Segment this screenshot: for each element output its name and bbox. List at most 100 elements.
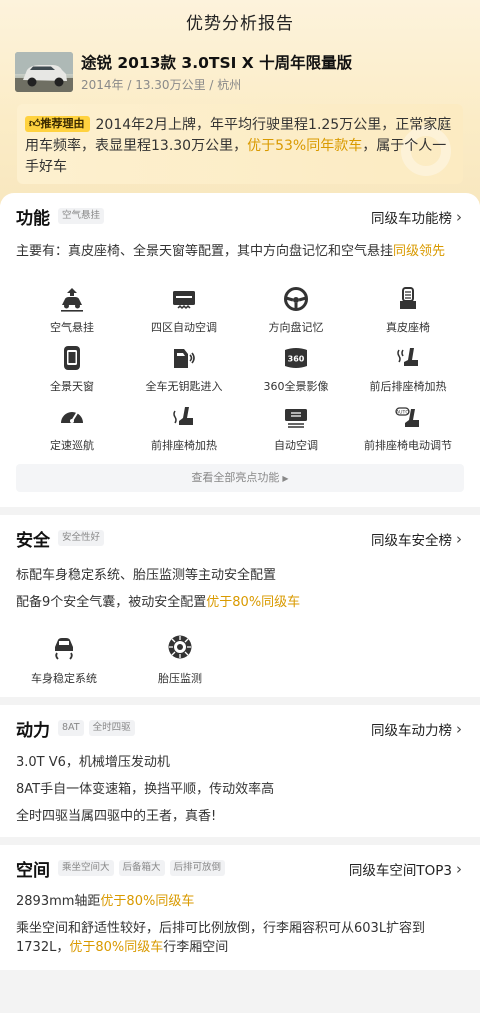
feature-360-camera[interactable]: 360 360全景影像 [240, 341, 352, 400]
space-rank-link[interactable]: 同级车空间TOP3 › [349, 859, 462, 879]
air-suspension-icon [61, 288, 83, 312]
car-thumbnail [15, 52, 73, 92]
space-tag: 乘坐空间大 [58, 860, 114, 876]
feature-label: 全景天窗 [50, 380, 94, 393]
space-line-1-text: 2893mm轴距 [16, 894, 101, 909]
function-title: 功能 [16, 208, 50, 229]
safety-tag: 安全性好 [58, 530, 105, 546]
safety-line-2-text: 配备9个安全气囊，被动安全配置 [16, 595, 207, 610]
space-tag: 后备箱大 [118, 860, 165, 876]
space-line-1-highlight: 优于80%同级车 [100, 894, 195, 909]
space-rank-label: 同级车空间TOP3 [348, 863, 452, 879]
space-line-3-suffix: 行李厢空间 [163, 940, 229, 955]
recommend-text: 👍︎推荐理由 2014年2月上牌，年平均行驶里程1.25万公里，正常家庭用车频率… [25, 115, 459, 178]
space-line-3-highlight: 优于80%同级车 [69, 940, 164, 955]
camera-360-icon: 360 [285, 348, 307, 368]
steering-wheel-icon [284, 287, 308, 311]
function-tag: 空气悬挂 [58, 208, 105, 224]
feature-label: 前后排座椅加热 [369, 380, 447, 393]
power-title: 动力 [16, 720, 50, 741]
safety-rank-link[interactable]: 同级车安全榜 › [371, 529, 462, 549]
feature-label: 空气悬挂 [50, 321, 94, 334]
space-line-3-text: 1732L， [16, 940, 70, 955]
feature-steering-memory[interactable]: 方向盘记忆 [240, 282, 352, 341]
panoramic-sunroof-icon [64, 346, 80, 370]
function-rank-label: 同级车功能榜 [371, 211, 452, 227]
feature-keyless-entry[interactable]: 全车无钥匙进入 [128, 341, 240, 400]
chevron-right-icon: › [456, 860, 462, 878]
leather-seat-icon [400, 287, 416, 309]
feature-four-zone-ac[interactable]: 四区自动空调 [128, 282, 240, 341]
thumbs-up-icon: 👍︎ [29, 117, 41, 130]
space-card: 空间 乘坐空间大 后备箱大 后排可放倒 同级车空间TOP3 › 2893mm轴距… [0, 845, 480, 970]
space-title: 空间 [16, 860, 50, 881]
space-tag: 后排可放倒 [169, 860, 226, 876]
feature-label: 定速巡航 [50, 439, 94, 452]
four-zone-ac-icon [173, 291, 195, 310]
function-summary-highlight: 同级领先 [393, 244, 446, 259]
chevron-right-icon: › [456, 720, 462, 738]
function-rank-link[interactable]: 同级车功能榜 › [371, 207, 462, 227]
function-summary-text: 主要有：真皮座椅、全景天窗等配置，其中方向盘记忆和空气悬挂 [16, 244, 394, 259]
power-line-2: 8AT手自一体变速箱，换挡平顺，传动效率高 [16, 782, 275, 797]
safety-title: 安全 [16, 530, 50, 551]
cruise-control-icon [61, 412, 83, 423]
feature-label: 360全景影像 [263, 380, 329, 393]
power-seat-icon: AUTO [395, 407, 419, 427]
recommend-badge-label: 推荐理由 [40, 117, 85, 130]
safety-line-2: 配备9个安全气囊，被动安全配置优于80%同级车 [16, 591, 300, 610]
safety-rank-label: 同级车安全榜 [371, 533, 452, 549]
function-summary: 主要有：真皮座椅、全景天窗等配置，其中方向盘记忆和空气悬挂同级领先 [16, 240, 445, 259]
feature-label: 前排座椅电动调节 [364, 439, 452, 452]
feature-stability-control[interactable]: 车身稳定系统 [16, 633, 112, 686]
feature-label: 胎压监测 [158, 672, 202, 685]
recommend-badge: 👍︎推荐理由 [25, 116, 90, 132]
car-name: 途锐 2013款 3.0TSI X 十周年限量版 [81, 54, 353, 72]
feature-seat-heating[interactable]: 前后排座椅加热 [352, 341, 464, 400]
stability-control-icon [55, 638, 73, 660]
recommend-highlight: 优于53%同年款车 [247, 138, 363, 154]
space-line-2: 乘坐空间和舒适性较好，后排可比例放倒，行李厢容积可从603L扩容到 [16, 921, 426, 936]
keyless-entry-icon [174, 349, 195, 368]
safety-line-1: 标配车身稳定系统、胎压监测等主动安全配置 [16, 568, 277, 583]
chevron-right-icon: › [456, 530, 462, 548]
feature-label: 方向盘记忆 [268, 321, 324, 334]
power-card: 动力 8AT 全时四驱 同级车动力榜 › 3.0T V6，机械增压发动机 8AT… [0, 705, 480, 837]
feature-panoramic-sunroof[interactable]: 全景天窗 [16, 341, 128, 400]
feature-tire-pressure[interactable]: 胎压监测 [132, 633, 228, 686]
front-seat-heating-icon [173, 407, 193, 425]
feature-cruise-control[interactable]: 定速巡航 [16, 400, 128, 459]
see-all-label: 查看全部亮点功能 [191, 471, 280, 484]
power-line-3: 全时四驱当属四驱中的王者，真香! [16, 809, 217, 824]
function-card: 功能 空气悬挂 同级车功能榜 › 主要有：真皮座椅、全景天窗等配置，其中方向盘记… [0, 193, 480, 507]
feature-air-suspension[interactable]: 空气悬挂 [16, 282, 128, 341]
seat-heating-icon [397, 348, 418, 366]
power-tag: 全时四驱 [88, 720, 135, 736]
feature-leather-seat[interactable]: 真皮座椅 [352, 282, 464, 341]
svg-text:AUTO: AUTO [396, 409, 409, 415]
power-line-1: 3.0T V6，机械增压发动机 [16, 755, 170, 770]
feature-auto-ac[interactable]: 自动空调 [240, 400, 352, 459]
chevron-right-icon: › [456, 208, 462, 226]
feature-label: 四区自动空调 [151, 321, 217, 334]
feature-power-seat[interactable]: AUTO 前排座椅电动调节 [352, 400, 464, 459]
power-rank-link[interactable]: 同级车动力榜 › [371, 719, 462, 739]
feature-label: 车身稳定系统 [31, 672, 97, 685]
power-tag: 8AT [58, 720, 84, 736]
space-line-3: 1732L，优于80%同级车行李厢空间 [16, 936, 228, 955]
feature-label: 前排座椅加热 [151, 439, 217, 452]
auto-ac-icon [285, 409, 307, 428]
feature-label: 真皮座椅 [386, 321, 430, 334]
recommend-box: 👍︎推荐理由 2014年2月上牌，年平均行驶里程1.25万公里，正常家庭用车频率… [17, 104, 463, 184]
triangle-right-icon: ▶ [282, 474, 289, 483]
feature-front-seat-heating[interactable]: 前排座椅加热 [128, 400, 240, 459]
tire-pressure-icon [168, 635, 192, 659]
svg-text:360: 360 [288, 355, 305, 364]
space-line-1: 2893mm轴距优于80%同级车 [16, 890, 194, 909]
safety-card: 安全 安全性好 同级车安全榜 › 标配车身稳定系统、胎压监测等主动安全配置 配备… [0, 515, 480, 697]
feature-label: 全车无钥匙进入 [145, 380, 223, 393]
feature-label: 自动空调 [274, 439, 318, 452]
page-title: 优势分析报告 [186, 14, 294, 34]
see-all-features-button[interactable]: 查看全部亮点功能 ▶ [16, 464, 464, 492]
power-rank-label: 同级车动力榜 [371, 723, 452, 739]
